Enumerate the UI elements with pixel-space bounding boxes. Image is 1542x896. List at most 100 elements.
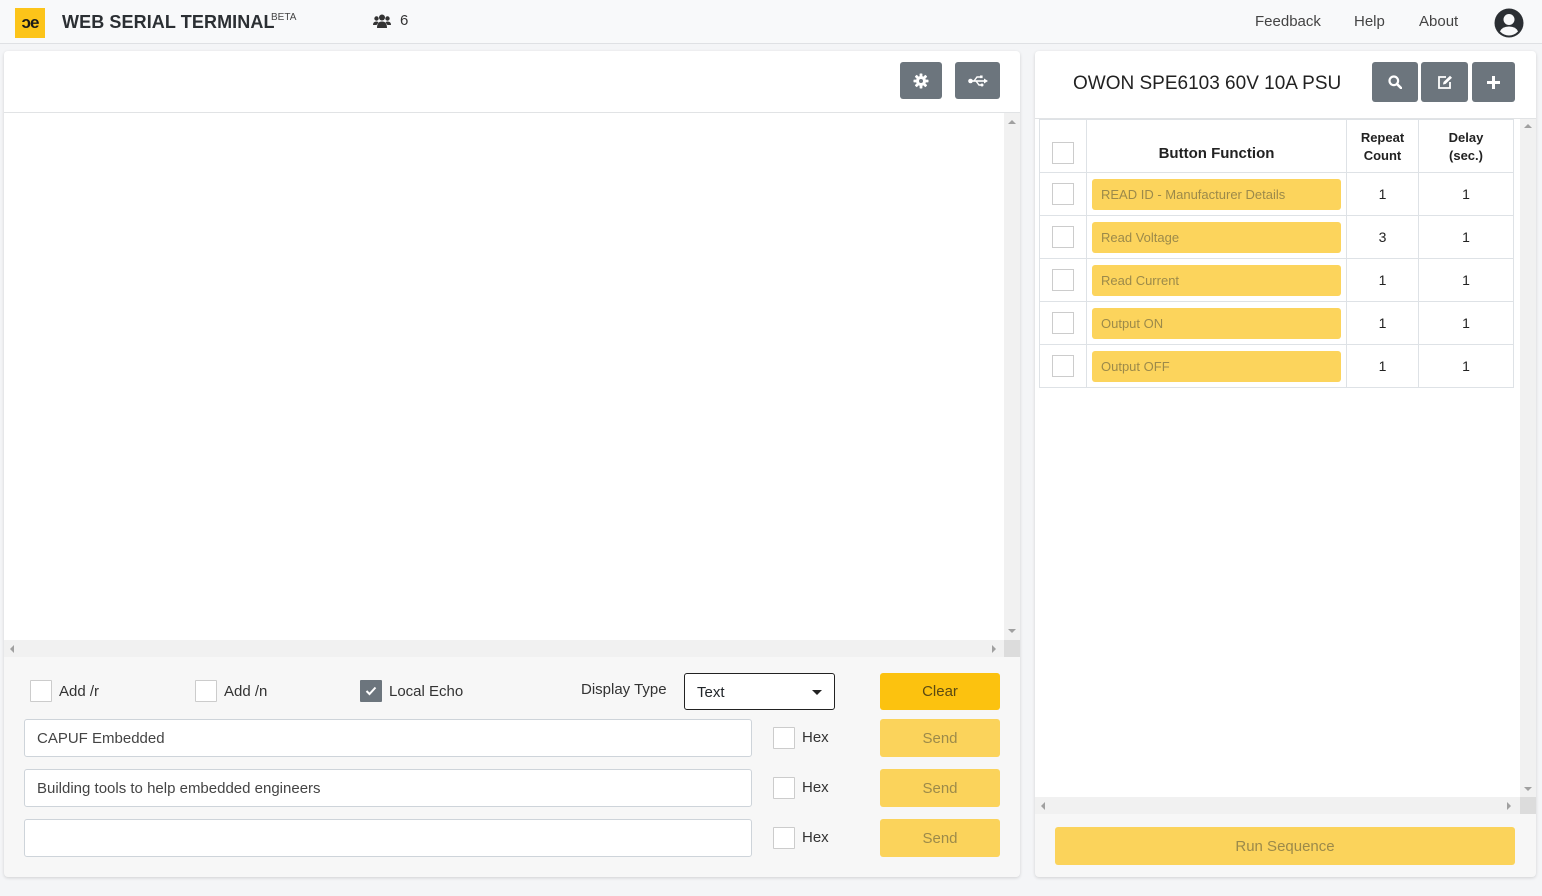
repeat-count-cell[interactable]: 3 (1346, 215, 1419, 259)
add-r-checkbox[interactable] (30, 680, 52, 702)
search-icon (1388, 75, 1402, 89)
function-button[interactable]: Read Current (1092, 264, 1341, 296)
device-title: OWON SPE6103 60V 10A PSU (1073, 73, 1342, 94)
delay-cell[interactable]: 1 (1418, 215, 1514, 259)
sequence-table: Button Function Repeat Count Delay (sec.… (1039, 119, 1514, 388)
repeat-count-cell[interactable]: 1 (1346, 301, 1419, 345)
scroll-corner (1004, 640, 1020, 657)
send-button-3[interactable]: Send (880, 819, 1000, 857)
user-account-icon[interactable] (1494, 8, 1524, 38)
table-row: Output OFF 1 1 (1039, 344, 1514, 388)
scroll-up-arrow-icon[interactable] (1524, 124, 1532, 128)
scroll-down-arrow-icon[interactable] (1008, 629, 1016, 633)
row-select-cell (1039, 301, 1087, 345)
sequence-vertical-scrollbar[interactable] (1520, 119, 1536, 797)
hex-checkbox-1[interactable] (773, 727, 795, 749)
display-type-select[interactable]: Text (684, 673, 835, 710)
row-select-cell (1039, 344, 1087, 388)
hex-label-1: Hex (802, 729, 829, 746)
terminal-panel: Add /r Add /n Local Echo Display Type Te… (4, 51, 1020, 877)
function-button[interactable]: Read Voltage (1092, 221, 1341, 253)
send-input-2[interactable]: Building tools to help embedded engineer… (24, 769, 752, 807)
row-checkbox[interactable] (1052, 355, 1074, 377)
delay-cell[interactable]: 1 (1418, 344, 1514, 388)
search-button[interactable] (1372, 62, 1418, 102)
scroll-up-arrow-icon[interactable] (1008, 120, 1016, 124)
app-logo[interactable]: ɔe (15, 8, 45, 38)
scroll-corner (1520, 797, 1536, 814)
send-button-1[interactable]: Send (880, 719, 1000, 757)
display-type-value: Text (697, 684, 725, 701)
table-header-row: Button Function Repeat Count Delay (sec.… (1039, 119, 1514, 173)
select-all-checkbox[interactable] (1052, 142, 1074, 164)
delay-header-line1: Delay (1448, 130, 1484, 145)
plus-icon (1487, 75, 1500, 89)
sequence-header: OWON SPE6103 60V 10A PSU (1035, 51, 1536, 119)
hex-label-3: Hex (802, 829, 829, 846)
checkmark-icon (365, 686, 377, 696)
nav-feedback-link[interactable]: Feedback (1255, 13, 1321, 30)
app-title: WEB SERIAL TERMINAL (62, 12, 275, 32)
terminal-output[interactable] (4, 113, 1004, 640)
terminal-horizontal-scrollbar[interactable] (4, 640, 1004, 657)
display-type-label: Display Type (581, 681, 667, 698)
function-button[interactable]: Output ON (1092, 307, 1341, 339)
add-n-label: Add /n (224, 683, 268, 700)
sequence-horizontal-scrollbar[interactable] (1035, 797, 1520, 814)
delay-cell[interactable]: 1 (1418, 172, 1514, 216)
column-header-delay: Delay (sec.) (1418, 119, 1514, 173)
clear-button[interactable]: Clear (880, 673, 1000, 710)
hex-label-2: Hex (802, 779, 829, 796)
repeat-count-cell[interactable]: 1 (1346, 344, 1419, 388)
row-checkbox[interactable] (1052, 312, 1074, 334)
hex-checkbox-3[interactable] (773, 827, 795, 849)
repeat-header-line1: Repeat (1360, 130, 1405, 145)
send-input-3[interactable] (24, 819, 752, 857)
nav-about-link[interactable]: About (1419, 13, 1458, 30)
delay-cell[interactable]: 1 (1418, 258, 1514, 302)
table-row: Read Current 1 1 (1039, 258, 1514, 302)
edit-icon (1437, 75, 1452, 89)
function-button[interactable]: Output OFF (1092, 350, 1341, 382)
terminal-vertical-scrollbar[interactable] (1004, 113, 1020, 640)
function-button[interactable]: READ ID - Manufacturer Details (1092, 178, 1341, 210)
top-navbar: ɔe WEB SERIAL TERMINAL BETA 6 Feedback H… (0, 0, 1542, 44)
row-select-cell (1039, 258, 1087, 302)
scroll-right-arrow-icon[interactable] (1507, 802, 1511, 810)
send-button-2[interactable]: Send (880, 769, 1000, 807)
local-echo-checkbox[interactable] (360, 680, 382, 702)
row-checkbox[interactable] (1052, 269, 1074, 291)
repeat-count-cell[interactable]: 1 (1346, 258, 1419, 302)
online-users: 6 (373, 12, 408, 29)
function-cell: Output ON (1086, 301, 1347, 345)
row-select-cell (1039, 172, 1087, 216)
delay-cell[interactable]: 1 (1418, 301, 1514, 345)
scroll-down-arrow-icon[interactable] (1524, 787, 1532, 791)
function-cell: Read Current (1086, 258, 1347, 302)
nav-help-link[interactable]: Help (1354, 13, 1385, 30)
repeat-count-cell[interactable]: 1 (1346, 172, 1419, 216)
chevron-down-icon (812, 690, 822, 695)
add-button[interactable] (1472, 62, 1515, 102)
add-n-checkbox[interactable] (195, 680, 217, 702)
function-cell: Output OFF (1086, 344, 1347, 388)
usb-connect-button[interactable] (955, 62, 1000, 99)
scroll-right-arrow-icon[interactable] (992, 645, 996, 653)
local-echo-label: Local Echo (389, 683, 464, 700)
send-input-1[interactable]: CAPUF Embedded (24, 719, 752, 757)
hex-checkbox-2[interactable] (773, 777, 795, 799)
gear-icon (913, 73, 929, 88)
column-header-repeat: Repeat Count (1346, 119, 1419, 173)
row-checkbox[interactable] (1052, 183, 1074, 205)
settings-button[interactable] (900, 62, 942, 99)
logo-text: ɔe (21, 13, 40, 32)
column-header-function: Button Function (1086, 119, 1347, 173)
table-row: Output ON 1 1 (1039, 301, 1514, 345)
run-sequence-button[interactable]: Run Sequence (1055, 827, 1515, 865)
row-checkbox[interactable] (1052, 226, 1074, 248)
edit-button[interactable] (1421, 62, 1468, 102)
scroll-left-arrow-icon[interactable] (1041, 802, 1045, 810)
scroll-left-arrow-icon[interactable] (10, 645, 14, 653)
sequence-panel: OWON SPE6103 60V 10A PSU Button Function… (1035, 51, 1536, 877)
usb-icon (967, 75, 988, 86)
